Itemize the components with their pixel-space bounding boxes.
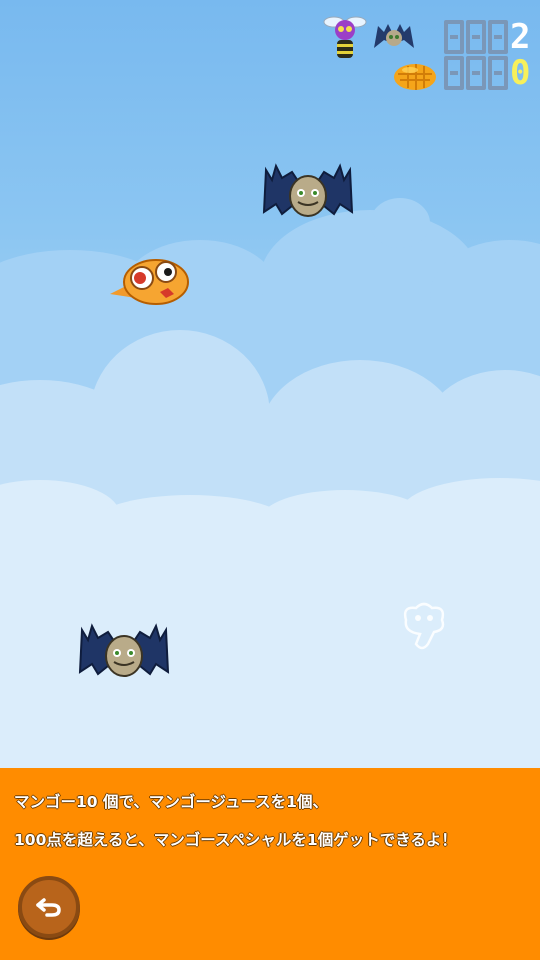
score-hud: 2 0	[320, 14, 530, 96]
bat-enemy-icon	[78, 623, 170, 677]
info-text-line-2: 100点を超えると、マンゴースペシャルを1個ゲットできるよ！	[14, 831, 457, 849]
mango-icon	[394, 64, 436, 90]
info-panel: マンゴー10 個で、マンゴージュースを1個、 100点を超えると、マンゴースペシ…	[0, 768, 540, 960]
back-arrow-icon	[36, 898, 61, 917]
orange-bird-icon	[110, 259, 189, 305]
bee-enemy-icon	[323, 16, 367, 58]
kill-count-digit: 2	[510, 17, 531, 57]
info-text-line-1: マンゴー10 個で、マンゴージュースを1個、	[14, 793, 328, 811]
bat-enemy-icon	[262, 163, 354, 217]
enemy-kill-counter: 2	[444, 20, 530, 54]
bat-enemy-icon	[374, 24, 414, 48]
back-button[interactable]	[18, 876, 80, 938]
mango-counter: 0	[444, 56, 530, 90]
mango-count-digit: 0	[510, 53, 531, 93]
game-sky: 2 0	[0, 0, 540, 770]
faded-bird-icon	[403, 602, 445, 650]
